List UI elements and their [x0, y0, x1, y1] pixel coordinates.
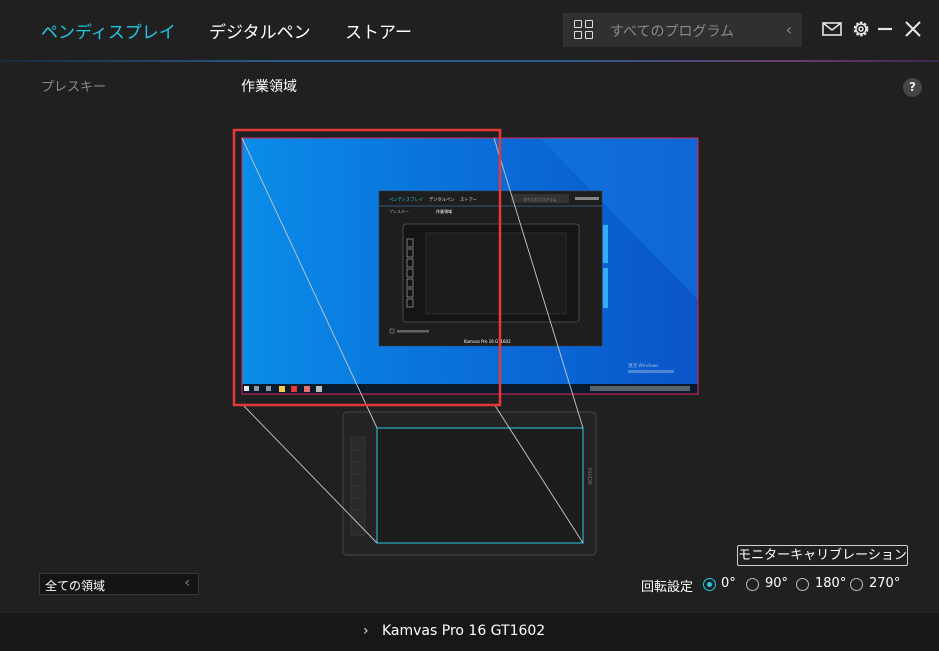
device-name[interactable]: Kamvas Pro 16 GT1602	[382, 623, 545, 639]
mini-side-label: プレスキー	[389, 208, 409, 214]
tablet-brand: HUION	[586, 468, 592, 485]
mini-tab-digital-pen: デジタルペン	[429, 196, 455, 203]
rotation-option-90-label[interactable]: 90°	[765, 576, 788, 591]
tablet-image: HUION	[342, 411, 597, 556]
rotation-label: 回転設定	[641, 580, 694, 595]
mini-app-window: ペンディスプレイ デジタルペン ストアー すべてのプログラム プレスキー 作業領…	[378, 190, 603, 347]
windows-activate-text: 激活 Windows	[628, 362, 659, 369]
rotation-radio-270[interactable]	[850, 578, 863, 591]
mini-tab-pen-display: ペンディスプレイ	[389, 196, 423, 203]
chevron-left-icon: ‹	[184, 575, 190, 591]
rotation-radio-180[interactable]	[796, 578, 809, 591]
mini-device-name: Kamvas Pro 16 GT1602	[464, 339, 511, 344]
chevron-right-icon: ›	[363, 623, 369, 639]
monitor-calibration-button[interactable]: モニターキャリブレーション	[737, 545, 908, 566]
rotation-option-180-label[interactable]: 180°	[815, 576, 846, 591]
rotation-option-270-label[interactable]: 270°	[869, 576, 900, 591]
mini-tab-store: ストアー	[460, 197, 477, 203]
mini-search: すべてのプログラム	[523, 197, 557, 202]
area-select-value: 全ての領域	[45, 579, 106, 593]
device-bar[interactable]: › Kamvas Pro 16 GT1602	[0, 612, 939, 651]
area-select-dropdown[interactable]: 全ての領域 ‹	[39, 573, 199, 595]
mini-title: 作業領域	[436, 208, 452, 214]
rotation-radio-90[interactable]	[746, 578, 759, 591]
rotation-option-0-label[interactable]: 0°	[721, 576, 736, 591]
rotation-radio-0[interactable]	[703, 578, 716, 591]
